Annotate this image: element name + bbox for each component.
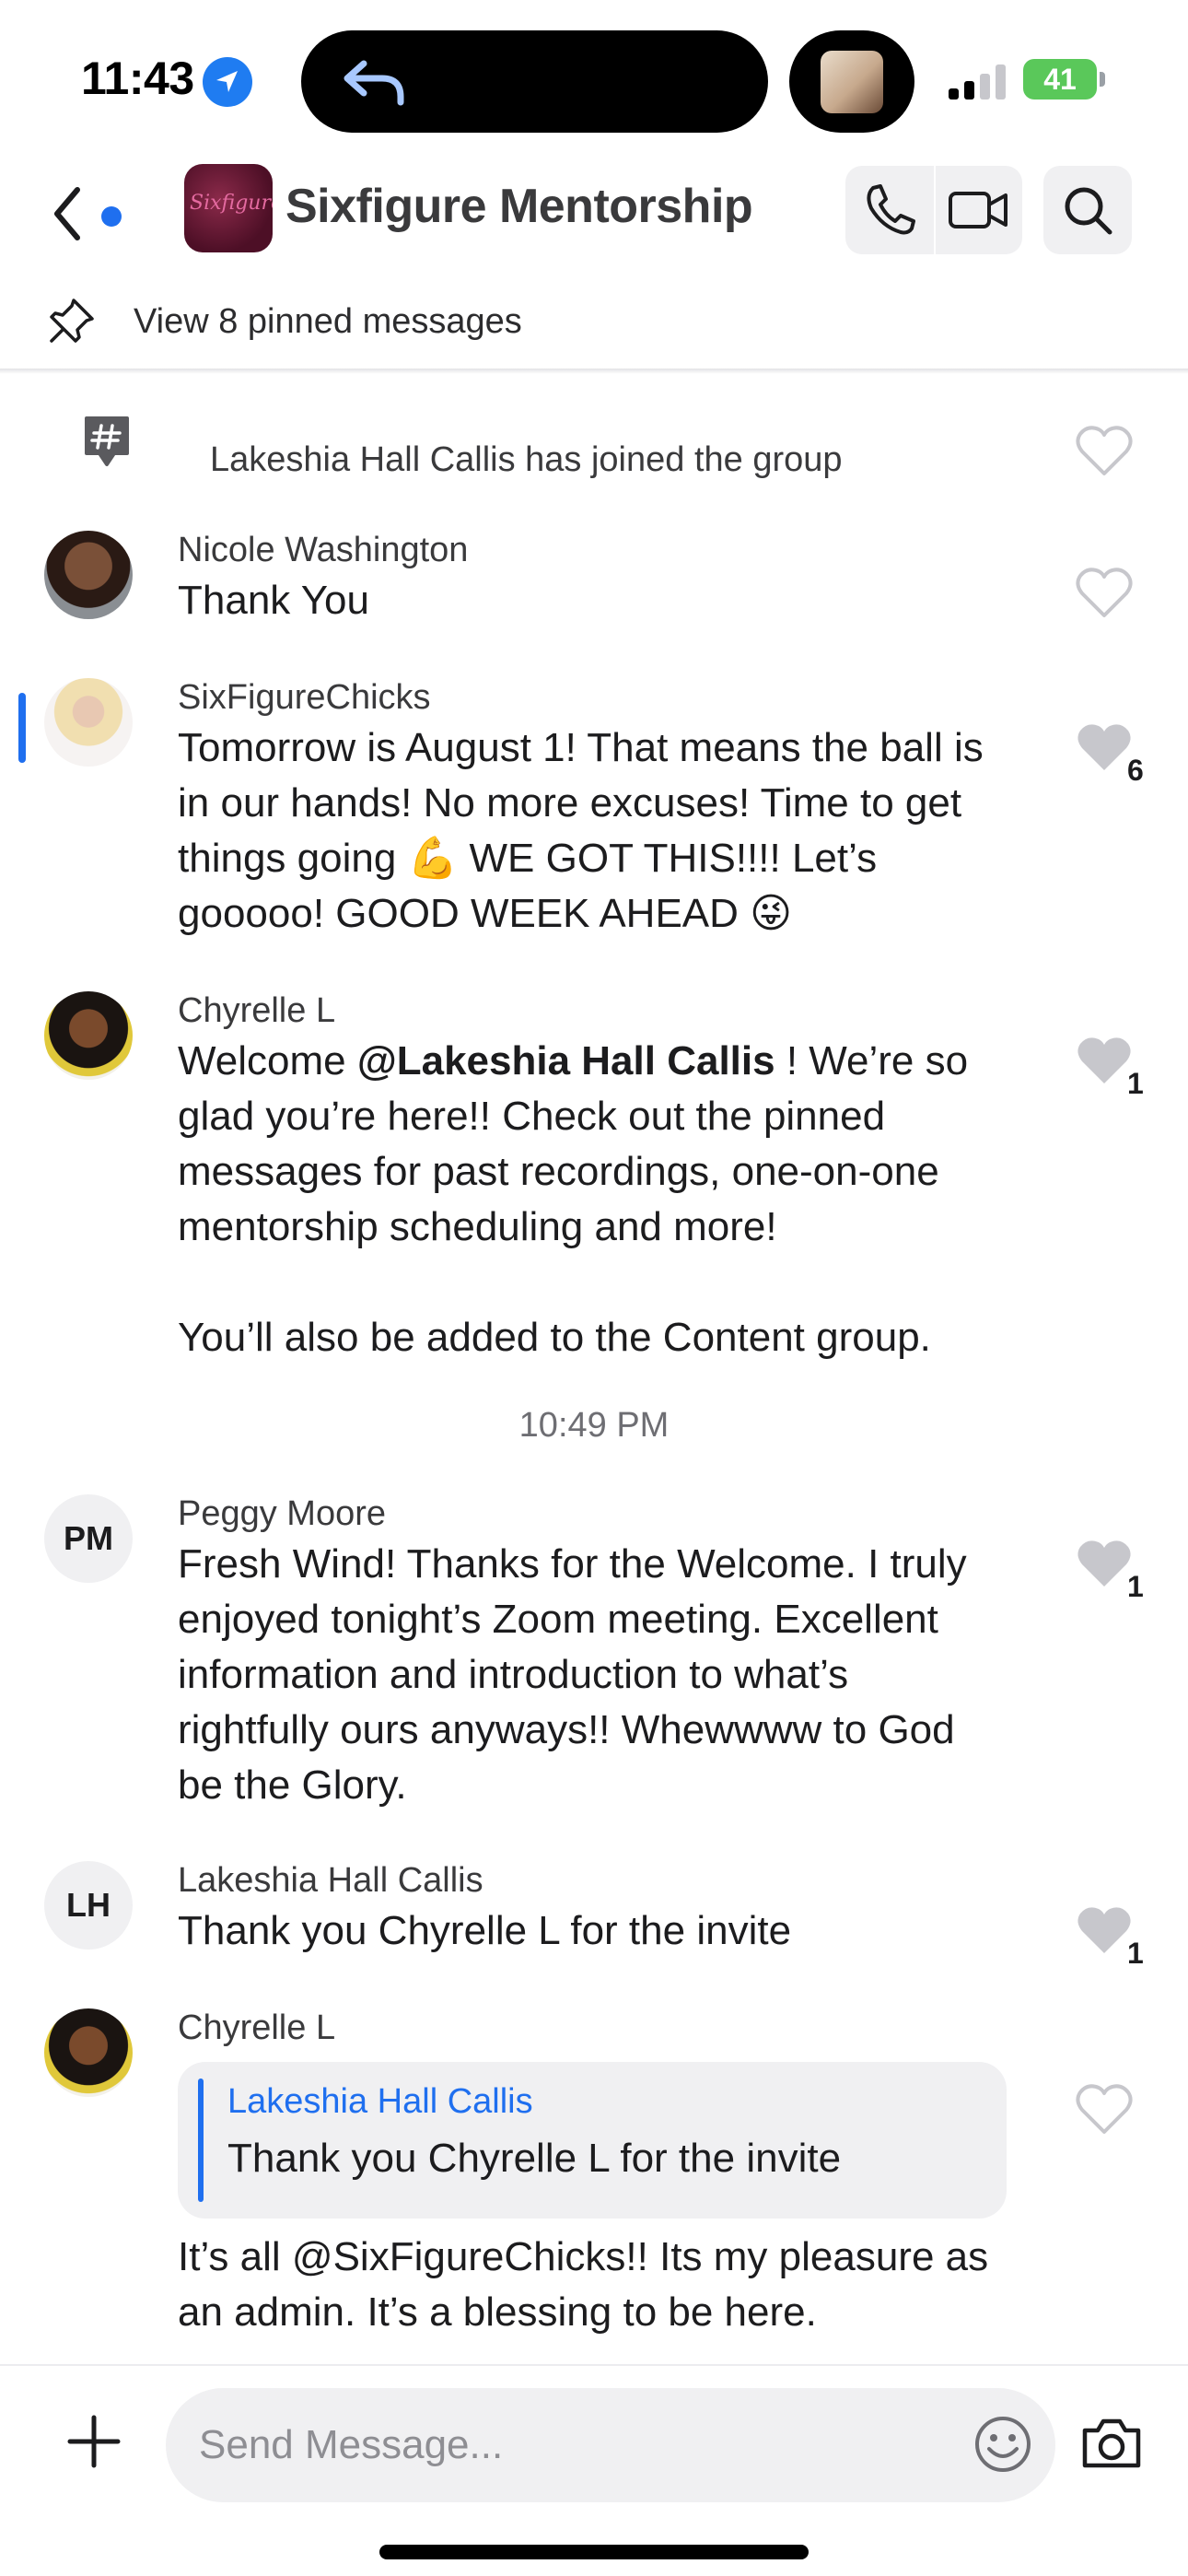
sender-name[interactable]: SixFigureChicks: [178, 678, 431, 718]
media-thumbnail: [821, 51, 883, 113]
battery-indicator: 41: [1023, 59, 1097, 100]
search-icon: [1065, 187, 1112, 235]
message-text: Thank you Chyrelle L for the invite: [178, 1908, 792, 1953]
heart-filled-icon[interactable]: [1075, 720, 1134, 774]
sender-name[interactable]: Chyrelle L: [178, 2008, 335, 2048]
pinned-messages-bar[interactable]: View 8 pinned messages: [0, 284, 1188, 357]
avatar[interactable]: [44, 991, 133, 1080]
avatar[interactable]: PM: [44, 1494, 133, 1583]
pinned-messages-label: View 8 pinned messages: [134, 302, 522, 341]
message-text: Tomorrow is August 1! That means the bal…: [178, 720, 1025, 942]
like-count: 6: [1127, 754, 1144, 787]
message-line: be the Glory.: [178, 1762, 407, 1808]
avatar[interactable]: [44, 531, 133, 619]
user-mention[interactable]: @Lakeshia Hall Callis: [357, 1038, 775, 1083]
message-line: [178, 1255, 1025, 1310]
group-hashtag-icon: [85, 416, 129, 466]
message-item[interactable]: LH Lakeshia Hall Callis Thank you Chyrel…: [0, 1861, 1188, 1981]
heart-filled-icon[interactable]: [1075, 1903, 1134, 1957]
message-line: information and introduction to what’s: [178, 1652, 849, 1697]
search-button[interactable]: [1043, 166, 1132, 254]
unread-indicator: [101, 206, 122, 227]
avatar[interactable]: [44, 678, 133, 767]
message-line: Fresh Wind! Thanks for the Welcome. I tr…: [178, 1541, 967, 1587]
quoted-text: Thank you Chyrelle L for the invite: [227, 2136, 842, 2181]
message-text: Welcome @Lakeshia Hall Callis ! We’re so…: [178, 1034, 1025, 1365]
quote-bar: [198, 2078, 204, 2202]
dynamic-island-reply[interactable]: [301, 30, 768, 133]
heart-filled-icon[interactable]: [1075, 1537, 1134, 1590]
home-indicator: [379, 2545, 809, 2559]
message-prefix: Welcome: [178, 1038, 357, 1083]
message-text: Fresh Wind! Thanks for the Welcome. I tr…: [178, 1537, 1025, 1813]
message-line: It’s all @SixFigureChicks!! Its my pleas…: [178, 2234, 989, 2279]
video-camera-icon: [949, 192, 1007, 228]
chevron-left-icon: [54, 187, 80, 240]
group-avatar-text: Sixfigure: [190, 192, 273, 215]
avatar[interactable]: LH: [44, 1861, 133, 1950]
message-feed[interactable]: Lakeshia Hall Callis has joined the grou…: [0, 374, 1188, 2364]
sender-name[interactable]: Chyrelle L: [178, 991, 335, 1031]
message-composer: [0, 2364, 1188, 2576]
heart-outline-icon[interactable]: [1075, 566, 1134, 619]
message-item[interactable]: SixFigureChicks Tomorrow is August 1! Th…: [0, 678, 1188, 954]
dynamic-island-media[interactable]: [789, 30, 914, 133]
sender-name[interactable]: Nicole Washington: [178, 531, 468, 570]
message-item[interactable]: PM Peggy Moore Fresh Wind! Thanks for th…: [0, 1494, 1188, 1835]
heart-filled-icon[interactable]: [1075, 1034, 1134, 1087]
avatar[interactable]: [44, 2008, 133, 2097]
message-line: in our hands! No more excuses! Time to g…: [178, 780, 962, 825]
quoted-author: Lakeshia Hall Callis: [227, 2082, 533, 2121]
message-line: gooooo! GOOD WEEK AHEAD 😜: [178, 891, 793, 936]
message-line: messages for past recordings, one-on-one: [178, 1149, 939, 1194]
message-text: Thank You: [178, 578, 369, 623]
message-line: Welcome @Lakeshia Hall Callis ! We’re so: [178, 1034, 1025, 1089]
group-title[interactable]: Sixfigure Mentorship: [285, 179, 753, 234]
sender-name[interactable]: Peggy Moore: [178, 1494, 386, 1534]
message-input[interactable]: [199, 2416, 936, 2475]
status-time: 11:43: [81, 53, 194, 104]
message-line: Tomorrow is August 1! That means the bal…: [178, 725, 984, 770]
group-avatar[interactable]: Sixfigure: [184, 164, 273, 252]
message-line: enjoyed tonight’s Zoom meeting. Excellen…: [178, 1597, 938, 1642]
plus-icon[interactable]: [64, 2412, 123, 2471]
message-item[interactable]: Chyrelle L Lakeshia Hall Callis Thank yo…: [0, 2008, 1188, 2359]
like-count: 1: [1127, 1570, 1144, 1603]
pin-icon: [50, 299, 94, 343]
message-fragment: ! We’re so: [775, 1038, 969, 1083]
unread-marker: [18, 693, 26, 763]
timestamp-divider: 10:49 PM: [518, 1406, 670, 1445]
system-message: Lakeshia Hall Callis has joined the grou…: [0, 402, 1188, 503]
emoji-icon[interactable]: [973, 2414, 1033, 2475]
battery-tip: [1100, 72, 1105, 87]
message-input-container[interactable]: [166, 2388, 1055, 2502]
phone-icon: [867, 184, 915, 235]
like-count: 1: [1127, 1067, 1144, 1100]
message-line: an admin. It’s a blessing to be here.: [178, 2289, 817, 2335]
message-line: mentorship scheduling and more!: [178, 1204, 777, 1249]
system-message-text: Lakeshia Hall Callis has joined the grou…: [210, 440, 843, 479]
like-count: 1: [1127, 1937, 1144, 1970]
message-text: It’s all @SixFigureChicks!! Its my pleas…: [178, 2230, 1025, 2340]
message-line: You’ll also be added to the Content grou…: [178, 1315, 931, 1360]
location-icon: [203, 57, 252, 107]
status-bar: 11:43 41: [0, 0, 1188, 157]
call-actions: [845, 166, 1022, 254]
camera-icon[interactable]: [1079, 2414, 1144, 2473]
heart-outline-icon[interactable]: [1075, 2082, 1134, 2136]
quoted-reply[interactable]: Lakeshia Hall Callis Thank you Chyrelle …: [178, 2062, 1007, 2219]
heart-outline-icon[interactable]: [1075, 424, 1134, 477]
message-item[interactable]: Chyrelle L Welcome @Lakeshia Hall Callis…: [0, 991, 1188, 1378]
sender-name[interactable]: Lakeshia Hall Callis: [178, 1861, 483, 1901]
reply-arrow-icon: [344, 60, 404, 106]
signal-icon: [949, 63, 1007, 100]
phone-call-button[interactable]: [845, 166, 934, 254]
back-button[interactable]: [46, 177, 92, 251]
message-line: rightfully ours anyways!! Whewwww to God: [178, 1707, 955, 1752]
message-item[interactable]: Nicole Washington Thank You: [0, 531, 1188, 650]
message-line: glad you’re here!! Check out the pinned: [178, 1094, 886, 1139]
video-call-button[interactable]: [934, 166, 1022, 254]
message-line: things going 💪 WE GOT THIS!!!! Let’s: [178, 836, 878, 881]
